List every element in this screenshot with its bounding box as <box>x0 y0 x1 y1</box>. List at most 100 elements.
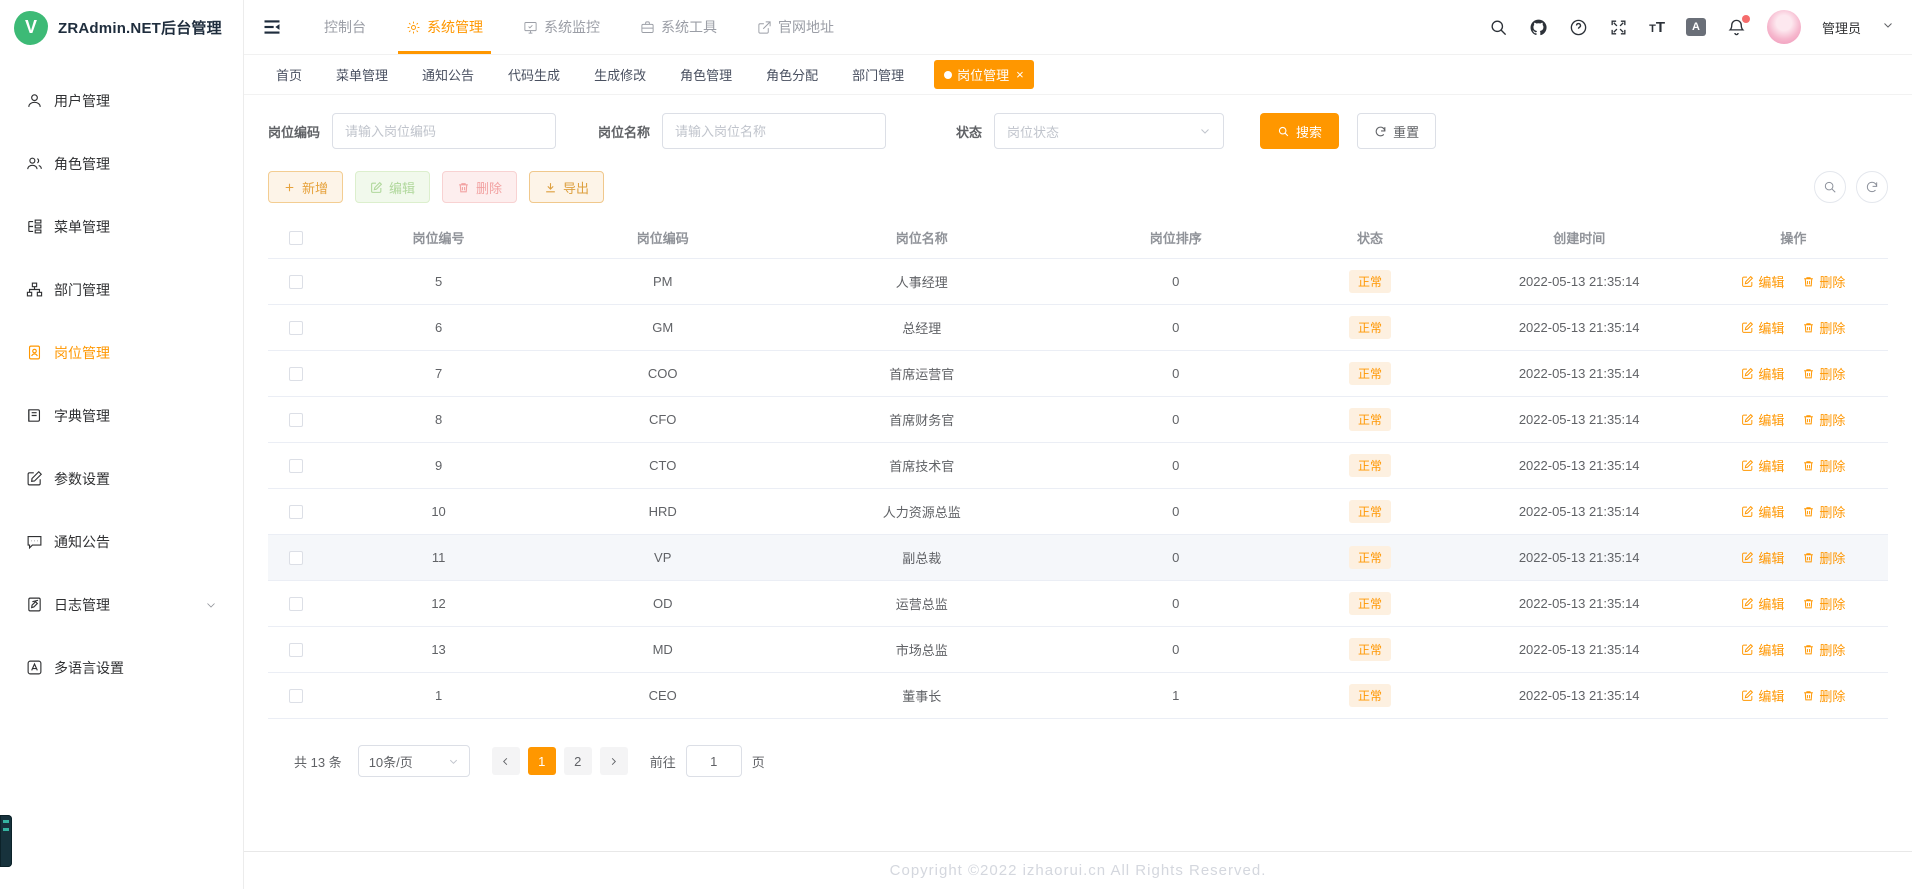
row-delete-link[interactable]: 删除 <box>1802 594 1845 613</box>
sidebar-item-menus[interactable]: 菜单管理 <box>0 195 243 258</box>
row-checkbox[interactable] <box>289 412 303 427</box>
table-row[interactable]: 6 GM 总经理 0 正常 2022-05-13 21:35:14 编辑 删除 <box>268 305 1888 351</box>
close-icon[interactable]: × <box>1016 68 1024 81</box>
table-row[interactable]: 13 MD 市场总监 0 正常 2022-05-13 21:35:14 编辑 删… <box>268 627 1888 673</box>
user-menu-chevron-icon[interactable] <box>1882 18 1894 36</box>
view-tab[interactable]: 生成修改 <box>590 60 650 89</box>
row-checkbox[interactable] <box>289 504 303 519</box>
brand[interactable]: V ZRAdmin.NET后台管理 <box>0 0 243 55</box>
row-delete-link[interactable]: 删除 <box>1802 364 1845 383</box>
avatar[interactable] <box>1766 10 1801 44</box>
search-icon[interactable] <box>1489 18 1508 37</box>
row-edit-link[interactable]: 编辑 <box>1741 456 1784 475</box>
app-logo: V <box>14 10 48 45</box>
prev-page-button[interactable] <box>491 747 520 775</box>
view-tab[interactable]: 部门管理 <box>848 60 908 89</box>
row-edit-link[interactable]: 编辑 <box>1741 548 1784 567</box>
view-tab[interactable]: 菜单管理 <box>332 60 392 89</box>
sidebar-item-i18n[interactable]: 多语言设置 <box>0 636 243 699</box>
collapse-sidebar-icon[interactable] <box>262 17 282 37</box>
table-row[interactable]: 11 VP 副总裁 0 正常 2022-05-13 21:35:14 编辑 删除 <box>268 535 1888 581</box>
user-name[interactable]: 管理员 <box>1822 18 1861 37</box>
row-checkbox[interactable] <box>289 688 303 703</box>
next-page-button[interactable] <box>599 747 628 775</box>
notification-bell-icon[interactable] <box>1727 14 1750 37</box>
row-delete-link[interactable]: 删除 <box>1802 318 1845 337</box>
edit-button[interactable]: 编辑 <box>355 171 431 203</box>
post-name-input[interactable] <box>662 113 887 149</box>
sidebar-item-logs[interactable]: 日志管理 <box>0 573 243 636</box>
topnav-official-site[interactable]: 官网地址 <box>741 0 850 54</box>
page-size-select[interactable]: 10条/页 <box>357 745 470 777</box>
table-row[interactable]: 10 HRD 人力资源总监 0 正常 2022-05-13 21:35:14 编… <box>268 489 1888 535</box>
row-delete-link[interactable]: 删除 <box>1802 502 1845 521</box>
row-delete-link[interactable]: 删除 <box>1802 548 1845 567</box>
row-delete-link[interactable]: 删除 <box>1802 640 1845 659</box>
view-tab[interactable]: 岗位管理 × <box>934 60 1034 89</box>
row-edit-link[interactable]: 编辑 <box>1741 502 1784 521</box>
sidebar-item-dictionary[interactable]: 字典管理 <box>0 384 243 447</box>
sidebar-item-notices[interactable]: 通知公告 <box>0 510 243 573</box>
cell-post-name: 市场总监 <box>895 643 948 658</box>
page-buttons: 1 2 <box>527 747 600 775</box>
add-button[interactable]: 新增 <box>268 171 344 203</box>
row-edit-link[interactable]: 编辑 <box>1741 410 1784 429</box>
table-row[interactable]: 7 COO 首席运营官 0 正常 2022-05-13 21:35:14 编辑 <box>268 351 1888 397</box>
row-edit-link[interactable]: 编辑 <box>1741 272 1784 291</box>
row-delete-link[interactable]: 删除 <box>1802 410 1845 429</box>
refresh-table-icon[interactable] <box>1856 171 1888 203</box>
page-number-button[interactable]: 1 <box>527 747 556 775</box>
table-row[interactable]: 8 CFO 首席财务官 0 正常 2022-05-13 21:35:14 编辑 <box>268 397 1888 443</box>
row-checkbox[interactable] <box>289 642 303 657</box>
row-checkbox[interactable] <box>289 320 303 335</box>
table-row[interactable]: 9 CTO 首席技术官 0 正常 2022-05-13 21:35:14 编辑 <box>268 443 1888 489</box>
view-tab[interactable]: 代码生成 <box>504 60 564 89</box>
row-edit-link[interactable]: 编辑 <box>1741 364 1784 383</box>
fullscreen-icon[interactable] <box>1609 18 1628 37</box>
row-edit-link[interactable]: 编辑 <box>1741 686 1784 705</box>
row-delete-link[interactable]: 删除 <box>1802 456 1845 475</box>
search-button[interactable]: 搜索 <box>1260 113 1340 149</box>
sidebar-item-posts[interactable]: 岗位管理 <box>0 321 243 384</box>
row-checkbox[interactable] <box>289 550 303 565</box>
show-search-icon[interactable] <box>1814 171 1846 203</box>
row-edit-link[interactable]: 编辑 <box>1741 318 1784 337</box>
row-checkbox[interactable] <box>289 596 303 611</box>
status-select[interactable]: 岗位状态 <box>994 113 1225 149</box>
help-icon[interactable] <box>1569 18 1588 37</box>
delete-button[interactable]: 删除 <box>442 171 518 203</box>
reset-button[interactable]: 重置 <box>1357 113 1437 149</box>
view-tab[interactable]: 通知公告 <box>418 60 478 89</box>
row-checkbox[interactable] <box>289 366 303 381</box>
page-number-button[interactable]: 2 <box>563 747 592 775</box>
goto-page-input[interactable] <box>685 745 742 777</box>
row-delete-link[interactable]: 删除 <box>1802 686 1845 705</box>
post-code-input[interactable] <box>332 113 557 149</box>
github-icon[interactable] <box>1529 18 1548 37</box>
row-delete-link[interactable]: 删除 <box>1802 272 1845 291</box>
topnav-console[interactable]: 控制台 <box>308 0 382 54</box>
row-checkbox[interactable] <box>289 458 303 473</box>
view-tab[interactable]: 角色分配 <box>762 60 822 89</box>
language-switch-icon[interactable]: A <box>1685 18 1706 36</box>
table-row[interactable]: 5 PM 人事经理 0 正常 2022-05-13 21:35:14 编辑 删除 <box>268 259 1888 305</box>
row-checkbox[interactable] <box>289 274 303 289</box>
topnav-system-monitor[interactable]: 系统监控 <box>507 0 616 54</box>
topnav-system-tools[interactable]: 系统工具 <box>624 0 733 54</box>
topnav-system-management[interactable]: 系统管理 <box>390 0 499 54</box>
export-button[interactable]: 导出 <box>529 171 605 203</box>
sidebar-item-roles[interactable]: 角色管理 <box>0 132 243 195</box>
side-widget[interactable] <box>0 815 12 867</box>
sidebar-item-departments[interactable]: 部门管理 <box>0 258 243 321</box>
view-tab[interactable]: 首页 <box>272 60 306 89</box>
edit-icon <box>1742 551 1754 563</box>
select-all-checkbox[interactable] <box>289 230 303 245</box>
sidebar-item-parameters[interactable]: 参数设置 <box>0 447 243 510</box>
row-edit-link[interactable]: 编辑 <box>1741 640 1784 659</box>
sidebar-item-users[interactable]: 用户管理 <box>0 69 243 132</box>
font-size-icon[interactable]: TT <box>1649 19 1665 36</box>
view-tab[interactable]: 角色管理 <box>676 60 736 89</box>
table-row[interactable]: 12 OD 运营总监 0 正常 2022-05-13 21:35:14 编辑 删… <box>268 581 1888 627</box>
table-row[interactable]: 1 CEO 董事长 1 正常 2022-05-13 21:35:14 编辑 删除 <box>268 673 1888 719</box>
row-edit-link[interactable]: 编辑 <box>1741 594 1784 613</box>
